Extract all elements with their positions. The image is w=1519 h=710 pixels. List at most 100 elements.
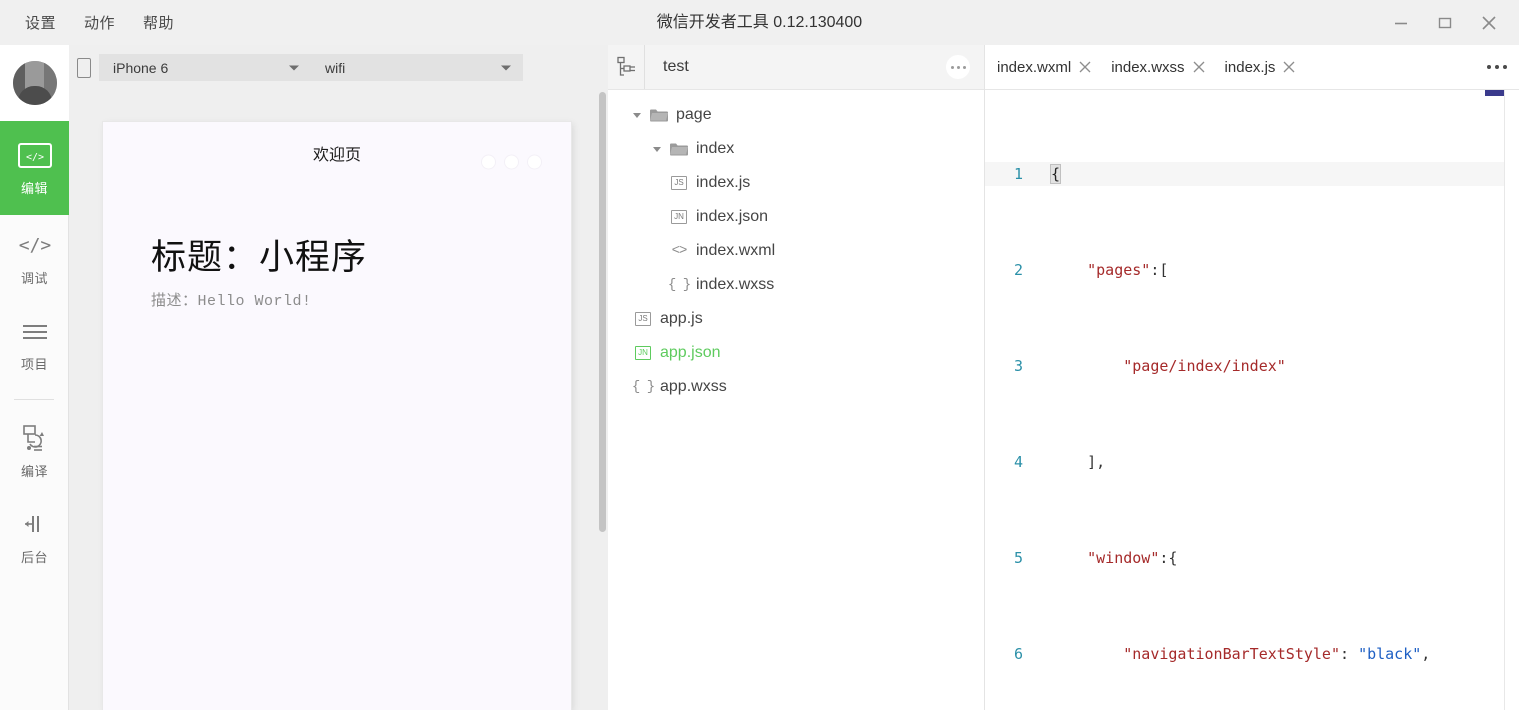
tree-node-label: page bbox=[676, 106, 712, 124]
sidebar-item-label: 编辑 bbox=[21, 178, 48, 197]
tree-file-app-js[interactable]: JS app.js bbox=[608, 302, 984, 336]
line-number: 4 bbox=[985, 450, 1037, 474]
sidebar-item-debug[interactable]: </> 调试 bbox=[0, 215, 69, 301]
editor-panel: index.wxml index.wxss index.js bbox=[985, 45, 1519, 710]
folder-icon bbox=[666, 141, 692, 157]
phone-description: 描述：Hello World! bbox=[151, 289, 571, 310]
angle-brackets-icon: </> bbox=[18, 231, 52, 259]
phone-nav-dots-icon bbox=[482, 156, 541, 169]
tree-file-index-wxss[interactable]: { } index.wxss bbox=[608, 268, 984, 302]
chevron-down-icon bbox=[289, 65, 299, 70]
close-icon[interactable] bbox=[1469, 0, 1509, 45]
svg-text:</>: </> bbox=[18, 235, 51, 256]
window-controls bbox=[1381, 0, 1509, 45]
maximize-icon[interactable] bbox=[1425, 0, 1465, 45]
left-sidebar: </> 编辑 </> 调试 项目 bbox=[0, 45, 69, 710]
simulator-panel: iPhone 6 wifi 欢迎页 标题：小程序 描述：Hello World! bbox=[69, 45, 608, 710]
code-frame-icon: </> bbox=[18, 141, 52, 169]
more-tabs-icon[interactable] bbox=[1487, 65, 1507, 69]
file-tree-panel: test page bbox=[608, 45, 985, 710]
project-name: test bbox=[645, 58, 689, 76]
sidebar-item-build[interactable]: 编译 bbox=[0, 408, 69, 494]
tree-file-index-js[interactable]: JS index.js bbox=[608, 166, 984, 200]
network-select[interactable]: wifi bbox=[311, 54, 523, 81]
line-number: 2 bbox=[985, 258, 1037, 282]
json-badge-icon: JN bbox=[666, 210, 692, 224]
sidebar-item-edit[interactable]: </> 编辑 bbox=[0, 121, 69, 215]
tab-index-js[interactable]: index.js bbox=[1213, 45, 1304, 89]
tab-index-wxss[interactable]: index.wxss bbox=[1099, 45, 1212, 89]
device-select-value: iPhone 6 bbox=[99, 60, 168, 76]
tree-node-label: index.json bbox=[696, 208, 768, 226]
sidebar-item-label: 项目 bbox=[21, 354, 48, 373]
chevron-down-icon[interactable] bbox=[628, 113, 646, 118]
tab-label: index.js bbox=[1225, 59, 1276, 76]
sidebar-item-label: 编译 bbox=[21, 461, 48, 480]
code-line: 4 ], bbox=[985, 450, 1519, 474]
line-text: ], bbox=[1037, 450, 1519, 474]
js-badge-icon: JS bbox=[666, 176, 692, 190]
wxss-icon: { } bbox=[630, 379, 656, 395]
title-bar: 设置 动作 帮助 微信开发者工具 0.12.130400 bbox=[0, 0, 1519, 45]
tree-node-label: index.js bbox=[696, 174, 750, 192]
tab-label: index.wxss bbox=[1111, 59, 1184, 76]
code-line: 2 "pages":[ bbox=[985, 258, 1519, 282]
tree-node-label: index.wxml bbox=[696, 242, 775, 260]
editor-overview-ruler[interactable] bbox=[1504, 90, 1519, 710]
device-select[interactable]: iPhone 6 bbox=[99, 54, 311, 81]
tree-folder-page[interactable]: page bbox=[608, 98, 984, 132]
more-options-icon[interactable] bbox=[946, 55, 970, 79]
sidebar-divider bbox=[14, 399, 54, 400]
chevron-down-icon[interactable] bbox=[648, 147, 666, 152]
sidebar-item-label: 调试 bbox=[21, 268, 48, 287]
line-number: 6 bbox=[985, 642, 1037, 666]
editor-tabbar: index.wxml index.wxss index.js bbox=[985, 45, 1519, 90]
tree-file-app-json[interactable]: JN app.json bbox=[608, 336, 984, 370]
tree-node-label: app.wxss bbox=[660, 378, 727, 396]
simulator-scrollbar[interactable] bbox=[599, 92, 606, 532]
wxss-icon: { } bbox=[666, 277, 692, 293]
avatar[interactable] bbox=[0, 45, 69, 121]
close-icon[interactable] bbox=[1275, 45, 1303, 89]
tree-file-app-wxss[interactable]: { } app.wxss bbox=[608, 370, 984, 404]
app-window: 设置 动作 帮助 微信开发者工具 0.12.130400 bbox=[0, 0, 1519, 710]
code-line: 5 "window":{ bbox=[985, 546, 1519, 570]
tab-index-wxml[interactable]: index.wxml bbox=[985, 45, 1099, 89]
project-tree-icon bbox=[608, 45, 645, 89]
code-line: 3 "page/index/index" bbox=[985, 354, 1519, 378]
minimize-icon[interactable] bbox=[1381, 0, 1421, 45]
lines-icon bbox=[20, 317, 50, 345]
tree-node-label: app.js bbox=[660, 310, 703, 328]
split-panel-icon bbox=[19, 510, 51, 538]
code-line: 1 { bbox=[985, 162, 1519, 186]
code-content: 1 { 2 "pages":[ 3 "page/index/index" 4 ]… bbox=[985, 90, 1519, 710]
code-editor[interactable]: 1 { 2 "pages":[ 3 "page/index/index" 4 ]… bbox=[985, 90, 1519, 710]
line-number: 5 bbox=[985, 546, 1037, 570]
phone-heading: 标题：小程序 bbox=[151, 237, 571, 279]
window-title: 微信开发者工具 0.12.130400 bbox=[0, 0, 1519, 45]
tab-label: index.wxml bbox=[997, 59, 1071, 76]
tree-node-label: index.wxss bbox=[696, 276, 774, 294]
chevron-down-icon bbox=[501, 65, 511, 70]
tree-folder-index[interactable]: index bbox=[608, 132, 984, 166]
phone-outline-icon[interactable] bbox=[69, 45, 99, 90]
network-select-value: wifi bbox=[311, 60, 345, 76]
file-tree-header: test bbox=[608, 45, 984, 90]
json-badge-icon: JN bbox=[630, 346, 656, 360]
line-text: "pages":[ bbox=[1037, 258, 1519, 282]
line-text: "page/index/index" bbox=[1037, 354, 1519, 378]
simulator-toolbar: iPhone 6 wifi bbox=[69, 45, 608, 90]
wxml-icon: <> bbox=[666, 243, 692, 259]
folder-icon bbox=[646, 107, 672, 123]
js-badge-icon: JS bbox=[630, 312, 656, 326]
tree-file-index-json[interactable]: JN index.json bbox=[608, 200, 984, 234]
phone-preview[interactable]: 欢迎页 标题：小程序 描述：Hello World! bbox=[103, 122, 571, 710]
sidebar-item-background[interactable]: 后台 bbox=[0, 494, 69, 580]
avatar-image bbox=[13, 61, 57, 105]
line-text: "window":{ bbox=[1037, 546, 1519, 570]
tree-file-index-wxml[interactable]: <> index.wxml bbox=[608, 234, 984, 268]
close-icon[interactable] bbox=[1071, 45, 1099, 89]
line-text: { bbox=[1037, 162, 1519, 186]
sidebar-item-project[interactable]: 项目 bbox=[0, 301, 69, 387]
close-icon[interactable] bbox=[1185, 45, 1213, 89]
